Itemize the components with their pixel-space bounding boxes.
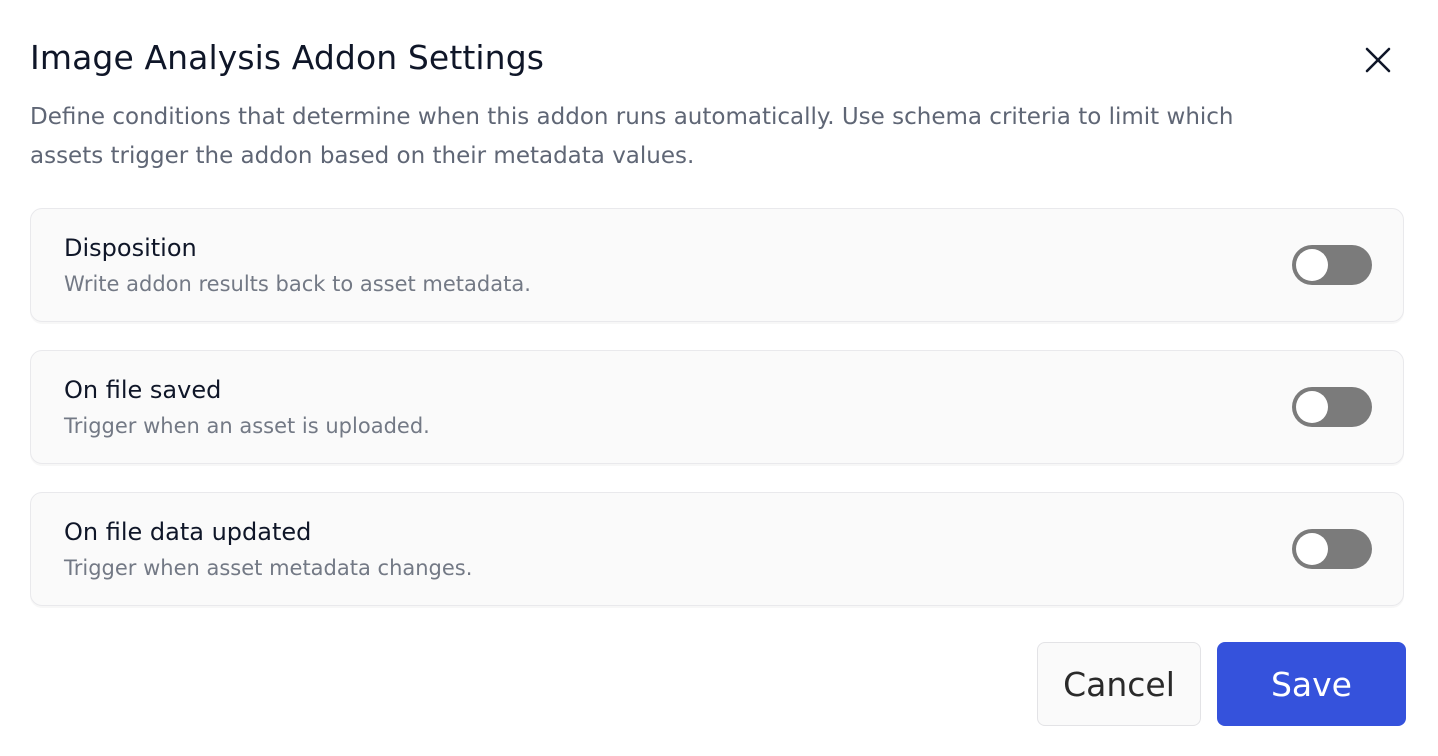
toggle-knob <box>1296 533 1328 565</box>
close-icon <box>1365 47 1391 73</box>
setting-card-disposition: Disposition Write addon results back to … <box>30 208 1404 322</box>
toggle-knob <box>1296 391 1328 423</box>
setting-description: Write addon results back to asset metada… <box>64 272 531 296</box>
addon-settings-dialog: Image Analysis Addon Settings Define con… <box>0 0 1438 756</box>
dialog-description: Define conditions that determine when th… <box>30 104 1234 169</box>
setting-card-on-file-data-updated: On file data updated Trigger when asset … <box>30 492 1404 606</box>
setting-title: Disposition <box>64 234 197 262</box>
dialog-title: Image Analysis Addon Settings <box>30 38 545 77</box>
cancel-button[interactable]: Cancel <box>1037 642 1201 726</box>
setting-title: On file saved <box>64 376 222 404</box>
close-button[interactable] <box>1358 40 1398 80</box>
setting-description: Trigger when asset metadata changes. <box>64 556 473 580</box>
setting-description: Trigger when an asset is uploaded. <box>64 414 430 438</box>
on-file-data-updated-toggle[interactable] <box>1292 529 1372 569</box>
toggle-knob <box>1296 249 1328 281</box>
on-file-saved-toggle[interactable] <box>1292 387 1372 427</box>
disposition-toggle[interactable] <box>1292 245 1372 285</box>
save-button[interactable]: Save <box>1217 642 1406 726</box>
setting-title: On file data updated <box>64 518 312 546</box>
setting-card-on-file-saved: On file saved Trigger when an asset is u… <box>30 350 1404 464</box>
